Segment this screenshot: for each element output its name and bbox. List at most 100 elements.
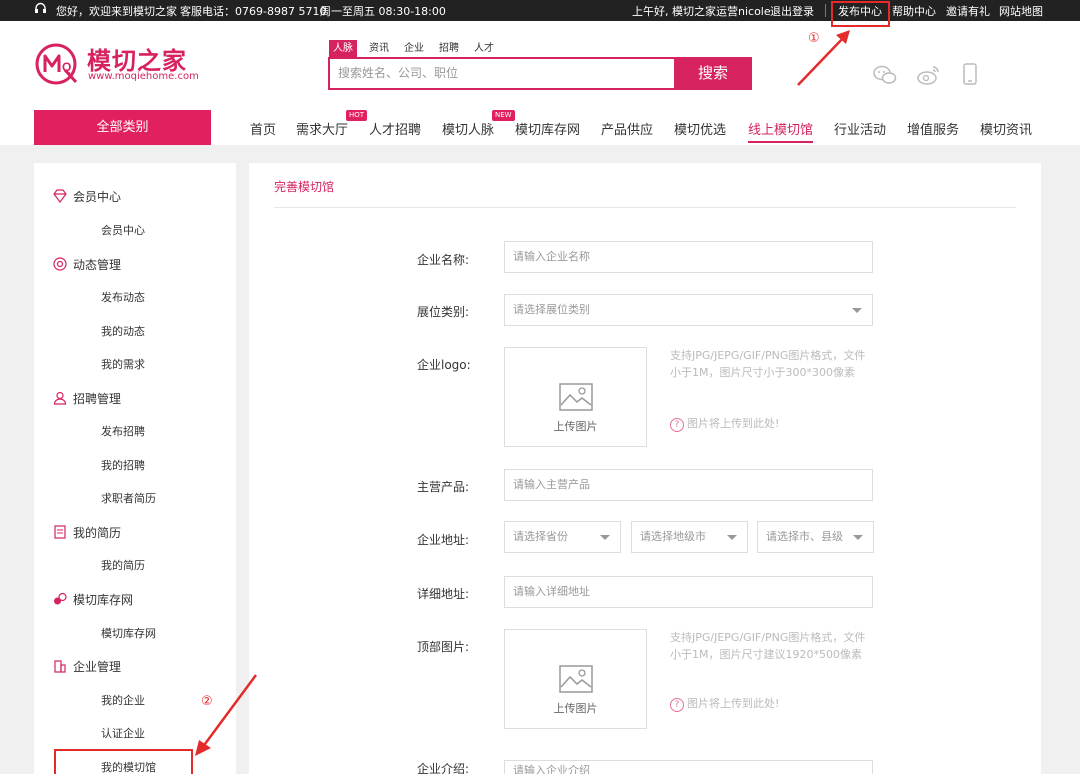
sidebar-item-post-job[interactable]: 发布招聘 — [101, 423, 145, 439]
building-icon — [53, 659, 67, 673]
top-bar: 您好，欢迎来到模切之家 客服电话：0769-8987 5710 周一至周五 08… — [0, 0, 1080, 21]
image-icon — [559, 383, 593, 411]
logo-upload-area[interactable]: 上传图片 — [504, 347, 647, 447]
sidebar-item-inventory[interactable]: 模切库存网 — [101, 625, 156, 641]
banner-image-label: 顶部图片: — [417, 640, 470, 654]
nav-network[interactable]: 模切人脉 — [442, 119, 494, 138]
mobile-icon[interactable] — [962, 63, 986, 85]
main-product-label: 主营产品: — [417, 480, 470, 494]
sidebar-item-post-dynamic[interactable]: 发布动态 — [101, 289, 145, 305]
divider — [825, 4, 826, 17]
nav-products[interactable]: 产品供应 — [601, 119, 653, 138]
target-icon — [53, 257, 67, 271]
nav-online-hall[interactable]: 线上模切馆 — [748, 119, 814, 143]
caret-down-icon — [852, 308, 862, 313]
booth-category-select[interactable]: 请选择展位类别 — [504, 294, 873, 326]
sidebar-group-resume[interactable]: 我的简历 — [53, 524, 121, 541]
nav-recruitment[interactable]: 人才招聘 — [369, 119, 421, 138]
all-categories-button[interactable]: 全部类别 — [34, 110, 211, 145]
help-center-link[interactable]: 帮助中心 — [892, 3, 936, 19]
sitemap-link[interactable]: 网站地图 — [999, 3, 1043, 19]
county-value: 请选择市、县级 — [766, 530, 843, 543]
logo-label: 企业logo: — [417, 358, 471, 372]
sidebar-group-label: 我的简历 — [73, 526, 122, 540]
nav-home[interactable]: 首页 — [250, 119, 276, 138]
divider — [274, 207, 1016, 208]
search-tab-company[interactable]: 企业 — [400, 40, 428, 57]
page-title: 完善模切馆 — [274, 180, 335, 194]
document-icon — [53, 525, 67, 539]
search-button[interactable]: 搜索 — [674, 57, 752, 90]
cubes-icon — [53, 592, 67, 606]
logout-link[interactable]: 退出登录 — [770, 3, 814, 19]
arrow-2-icon — [195, 674, 258, 756]
caret-down-icon — [853, 535, 863, 540]
sidebar-item-applicant-resumes[interactable]: 求职者简历 — [101, 490, 156, 506]
main-product-input[interactable]: 请输入主营产品 — [504, 469, 873, 501]
search-tab-people[interactable]: 人脉 — [329, 40, 357, 57]
sidebar-group-dynamics[interactable]: 动态管理 — [53, 256, 121, 273]
company-name-input[interactable]: 请输入企业名称 — [504, 241, 873, 273]
booth-category-label: 展位类别: — [417, 305, 470, 319]
sidebar-group-label: 模切库存网 — [73, 593, 134, 607]
company-intro-input[interactable]: 请输入企业介绍 — [504, 760, 873, 774]
nav-news[interactable]: 模切资讯 — [980, 119, 1032, 138]
diamond-icon — [53, 189, 67, 203]
svg-text:Q: Q — [62, 60, 71, 74]
person-icon — [53, 391, 67, 405]
new-badge: NEW — [492, 110, 515, 121]
logo-hint: 支持JPG/JEPG/GIF/PNG图片格式，文件小于1M，图片尺寸小于300*… — [670, 349, 866, 379]
sidebar-group-inventory[interactable]: 模切库存网 — [53, 591, 133, 608]
sidebar-item-member-center[interactable]: 会员中心 — [101, 222, 145, 238]
sidebar-group-member[interactable]: 会员中心 — [53, 188, 121, 205]
city-value: 请选择地级市 — [640, 530, 706, 543]
sidebar-item-my-enterprise[interactable]: 我的企业 — [101, 692, 145, 708]
detail-address-label: 详细地址: — [417, 587, 470, 601]
logo-upload-note-text: 图片将上传到此处! — [687, 417, 780, 430]
question-icon: ? — [670, 418, 684, 432]
banner-upload-note: ? 图片将上传到此处! — [670, 695, 779, 712]
nav-demand-hall[interactable]: 需求大厅 — [296, 119, 348, 138]
caret-down-icon — [727, 535, 737, 540]
highlight-box-my-hall — [54, 749, 193, 774]
image-icon — [559, 665, 593, 693]
sidebar-group-label: 会员中心 — [73, 190, 122, 204]
question-icon: ? — [670, 698, 684, 712]
search-input[interactable]: 搜索姓名、公司、职位 — [328, 57, 674, 90]
province-select[interactable]: 请选择省份 — [504, 521, 621, 553]
detail-address-input[interactable]: 请输入详细地址 — [504, 576, 873, 608]
headset-icon — [34, 2, 47, 18]
nav-value-added[interactable]: 增值服务 — [907, 119, 959, 138]
banner-upload-note-text: 图片将上传到此处! — [687, 697, 780, 710]
sidebar-item-my-resume[interactable]: 我的简历 — [101, 557, 145, 573]
sidebar-group-label: 企业管理 — [73, 660, 122, 674]
banner-upload-area[interactable]: 上传图片 — [504, 629, 647, 729]
nav-inventory[interactable]: 模切库存网 — [515, 119, 580, 138]
search-tab-news[interactable]: 资讯 — [365, 40, 393, 57]
wechat-icon[interactable] — [873, 64, 897, 86]
nav-selection[interactable]: 模切优选 — [674, 119, 726, 138]
service-phone: 客服电话：0769-8987 5710 — [180, 5, 327, 18]
invite-link[interactable]: 邀请有礼 — [946, 3, 990, 19]
address-label: 企业地址: — [417, 533, 470, 547]
search-tab-talent[interactable]: 人才 — [470, 40, 498, 57]
sidebar-item-certify-enterprise[interactable]: 认证企业 — [101, 725, 145, 741]
county-select[interactable]: 请选择市、县级 — [757, 521, 874, 553]
search-tab-jobs[interactable]: 招聘 — [435, 40, 463, 57]
sidebar-group-enterprise[interactable]: 企业管理 — [53, 658, 121, 675]
company-intro-label: 企业介绍: — [417, 762, 470, 774]
booth-category-value: 请选择展位类别 — [513, 303, 590, 316]
logo-url: www.moqiehome.com — [88, 71, 199, 82]
sidebar-group-label: 招聘管理 — [73, 392, 122, 406]
main-panel: 完善模切馆 企业名称: 请输入企业名称 展位类别: 请选择展位类别 企业logo… — [249, 163, 1041, 774]
logo-icon[interactable]: Q — [34, 42, 80, 88]
weibo-icon[interactable] — [917, 64, 941, 86]
nav-events[interactable]: 行业活动 — [834, 119, 886, 138]
city-select[interactable]: 请选择地级市 — [631, 521, 748, 553]
sidebar-item-my-demands[interactable]: 我的需求 — [101, 356, 145, 372]
sidebar-item-my-dynamics[interactable]: 我的动态 — [101, 323, 145, 339]
province-value: 请选择省份 — [513, 530, 568, 543]
hot-badge: HOT — [346, 110, 368, 121]
sidebar-item-my-jobs[interactable]: 我的招聘 — [101, 457, 145, 473]
sidebar-group-recruit[interactable]: 招聘管理 — [53, 390, 121, 407]
